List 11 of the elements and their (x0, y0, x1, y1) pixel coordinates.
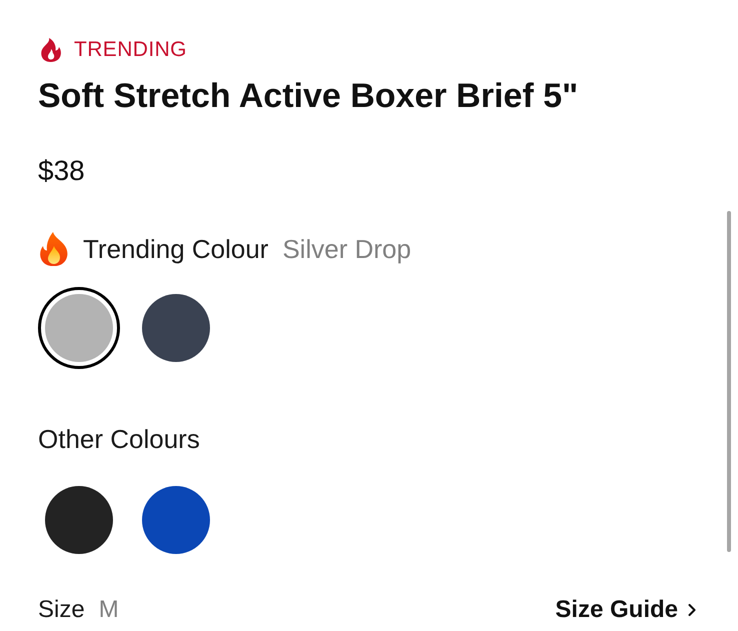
flame-icon (38, 232, 70, 266)
product-title: Soft Stretch Active Boxer Brief 5" (38, 76, 578, 116)
size-label: Size (38, 595, 85, 625)
colour-heading: Trending Colour (83, 233, 268, 265)
product-price: $38 (38, 154, 85, 188)
colour-heading: Other Colours (38, 423, 200, 455)
selected-size: M (98, 595, 119, 625)
size-guide-link[interactable]: Size Guide (555, 595, 702, 625)
trending-label: TRENDING (74, 38, 187, 62)
selected-colour-name: Silver Drop (282, 233, 412, 265)
flame-icon (40, 38, 62, 62)
